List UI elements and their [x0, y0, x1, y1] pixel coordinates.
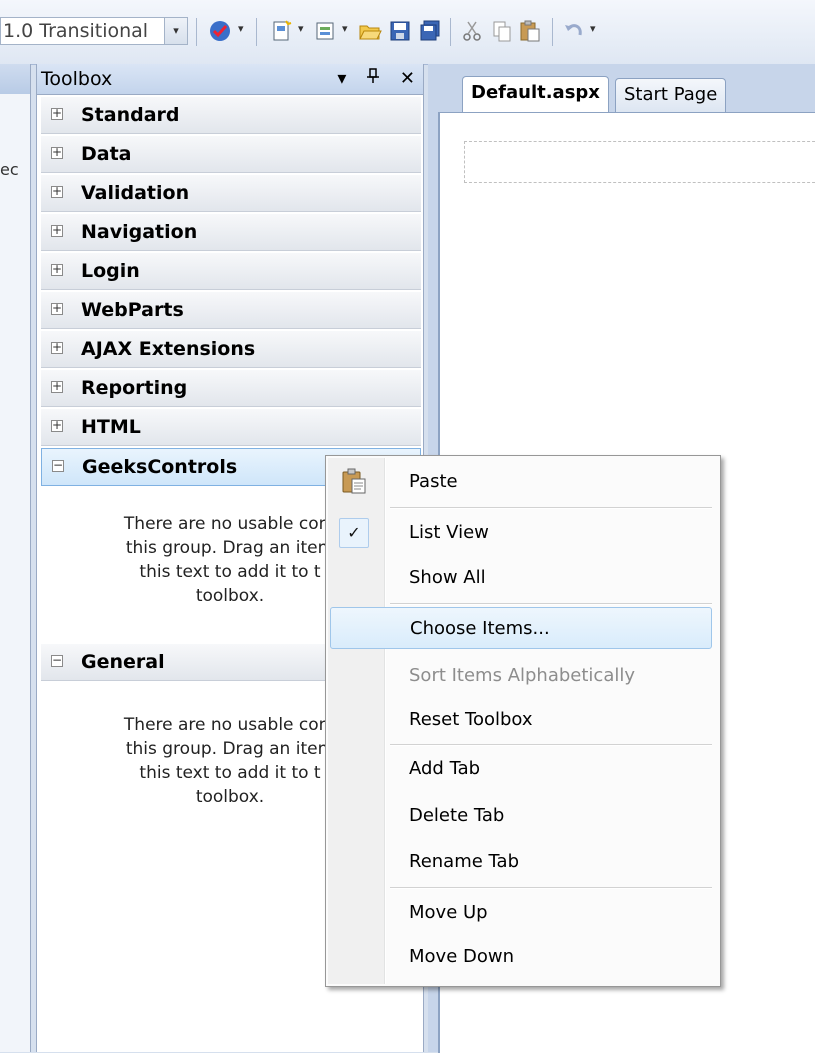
toolbox-category-html[interactable]: + HTML	[41, 409, 421, 446]
menu-item-delete-tab[interactable]: Delete Tab	[328, 795, 716, 837]
menu-item-label: Reset Toolbox	[409, 709, 533, 730]
menu-separator	[390, 744, 712, 746]
chevron-down-icon[interactable]: ▾	[238, 22, 244, 35]
form-placeholder-outline	[464, 141, 815, 183]
menu-separator	[390, 887, 712, 889]
menu-item-label: Delete Tab	[409, 805, 505, 826]
toolbox-category-data[interactable]: + Data	[41, 136, 421, 173]
category-label: Navigation	[81, 221, 198, 243]
chevron-down-icon[interactable]: ▾	[298, 22, 304, 35]
menu-item-label: Move Down	[409, 946, 514, 967]
menu-item-list-view[interactable]: ✓ List View	[328, 512, 716, 554]
category-label: GeeksControls	[82, 456, 238, 478]
toolbar-separator	[196, 18, 197, 46]
menu-item-label: Sort Items Alphabetically	[409, 665, 636, 686]
expand-icon[interactable]: +	[51, 380, 63, 393]
collapse-icon[interactable]: −	[52, 459, 64, 472]
document-tabs: Start Page Default.aspx	[428, 74, 815, 114]
expand-icon[interactable]: +	[51, 302, 63, 315]
window-position-dropdown-icon[interactable]: ▾	[337, 68, 346, 89]
category-label: AJAX Extensions	[81, 338, 256, 360]
menu-item-paste[interactable]: Paste	[328, 461, 716, 503]
category-label: Reporting	[81, 377, 188, 399]
toolbar-separator	[450, 18, 451, 46]
category-label: Login	[81, 260, 140, 282]
toolbox-category-navigation[interactable]: + Navigation	[41, 214, 421, 251]
copy-icon[interactable]	[490, 19, 514, 43]
expand-icon[interactable]: +	[51, 341, 63, 354]
menu-item-label: List View	[409, 522, 489, 543]
expand-icon[interactable]: +	[51, 146, 63, 159]
menu-item-move-up[interactable]: Move Up	[328, 892, 716, 934]
menu-item-choose-items[interactable]: Choose Items...	[330, 607, 712, 649]
undo-icon[interactable]	[562, 19, 586, 43]
expand-icon[interactable]: +	[51, 419, 63, 432]
paste-icon	[340, 467, 368, 495]
check-icon[interactable]	[208, 19, 232, 43]
doctype-combobox[interactable]: 1.0 Transitional ▾	[0, 17, 188, 45]
toolbox-category-standard[interactable]: + Standard	[41, 97, 421, 134]
menu-item-label: Choose Items...	[410, 618, 550, 639]
category-label: General	[81, 651, 165, 673]
check-icon: ✓	[339, 518, 369, 548]
paste-icon[interactable]	[518, 19, 542, 43]
toolbar-separator	[256, 18, 257, 46]
menu-item-reset-toolbox[interactable]: Reset Toolbox	[328, 699, 716, 741]
category-label: Standard	[81, 104, 180, 126]
expand-icon[interactable]: +	[51, 185, 63, 198]
chevron-down-icon[interactable]: ▾	[342, 22, 348, 35]
cut-icon[interactable]	[460, 19, 484, 43]
toolbox-category-webparts[interactable]: + WebParts	[41, 292, 421, 329]
category-label: Validation	[81, 182, 190, 204]
save-all-icon[interactable]	[418, 19, 442, 43]
toolbox-category-reporting[interactable]: + Reporting	[41, 370, 421, 407]
left-side-panel: ec	[0, 64, 31, 1052]
menu-item-label: Move Up	[409, 902, 488, 923]
menu-item-add-tab[interactable]: Add Tab	[328, 748, 716, 790]
menu-separator	[390, 603, 712, 605]
expand-icon[interactable]: +	[51, 263, 63, 276]
tab-default-aspx[interactable]: Default.aspx	[462, 76, 609, 114]
menu-separator	[390, 507, 712, 509]
open-file-icon[interactable]	[358, 19, 382, 43]
menu-item-rename-tab[interactable]: Rename Tab	[328, 841, 716, 883]
expand-icon[interactable]: +	[51, 107, 63, 120]
chevron-down-icon[interactable]: ▾	[590, 22, 596, 35]
chevron-down-icon[interactable]: ▾	[164, 18, 187, 44]
collapse-icon[interactable]: −	[51, 654, 63, 667]
toolbar-separator	[552, 18, 553, 46]
toolbox-category-login[interactable]: + Login	[41, 253, 421, 290]
toolbox-title-bar[interactable]: Toolbox ▾ ✕	[37, 64, 423, 95]
expand-icon[interactable]: +	[51, 224, 63, 237]
toolbox-title: Toolbox	[41, 68, 113, 90]
toolbox-category-validation[interactable]: + Validation	[41, 175, 421, 212]
menu-item-move-down[interactable]: Move Down	[328, 936, 716, 978]
left-panel-header	[0, 64, 30, 94]
toolbox-context-menu: Paste ✓ List View Show All Choose Items.…	[325, 455, 721, 987]
toolbox-category-ajax-extensions[interactable]: + AJAX Extensions	[41, 331, 421, 368]
category-label: HTML	[81, 416, 141, 438]
category-label: WebParts	[81, 299, 184, 321]
menu-item-label: Rename Tab	[409, 851, 520, 872]
doctype-combobox-value: 1.0 Transitional	[3, 20, 149, 42]
close-icon[interactable]: ✕	[400, 68, 415, 89]
pin-icon[interactable]	[366, 68, 386, 89]
menu-item-sort-items-alphabetically: Sort Items Alphabetically	[328, 655, 716, 697]
category-label: Data	[81, 143, 132, 165]
new-project-icon[interactable]	[270, 19, 294, 43]
save-icon[interactable]	[388, 19, 412, 43]
menu-item-label: Add Tab	[409, 758, 481, 779]
left-panel-text-fragment: ec	[0, 160, 19, 179]
menu-item-show-all[interactable]: Show All	[328, 557, 716, 599]
main-toolbar: 1.0 Transitional ▾ ▾ ▾ ▾ ▾	[0, 0, 815, 65]
menu-item-label: Paste	[409, 471, 458, 492]
menu-item-label: Show All	[409, 567, 486, 588]
add-item-icon[interactable]	[314, 19, 338, 43]
tab-start-page[interactable]: Start Page	[615, 78, 727, 112]
